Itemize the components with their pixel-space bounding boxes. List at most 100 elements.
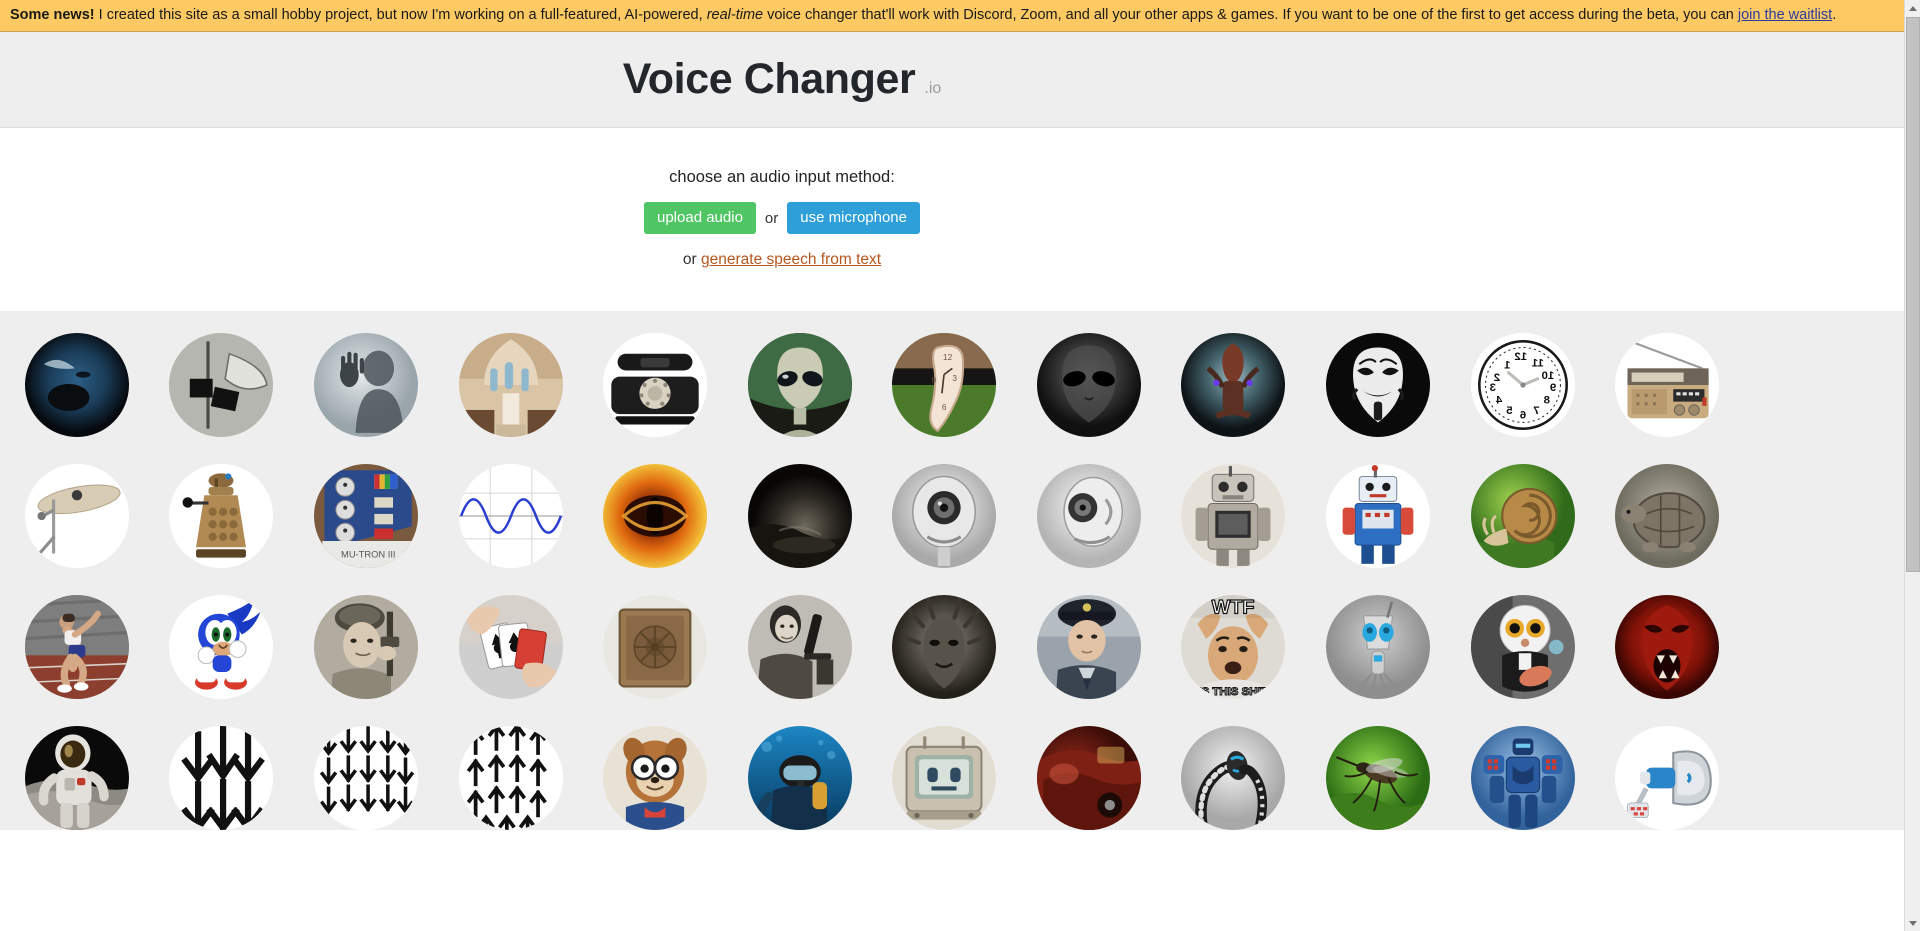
voice-avatar-sprinting-athlete[interactable] [24,595,129,700]
mecha-icon [1470,726,1575,831]
voice-avatar-blue-tin-toy-robot[interactable] [1326,464,1431,569]
backwards-clock-icon: 1212345 6 7891011 [1470,333,1575,438]
soldier-icon [313,595,418,700]
voice-avatar-blue-mecha-robot[interactable] [1470,726,1575,831]
svg-text:10: 10 [1541,370,1554,382]
chevron-down-icon [1909,920,1917,926]
voice-avatar-soviet-officer-portrait[interactable] [1036,595,1141,700]
voice-avatar-cyborg-insect-robot[interactable] [1181,333,1286,438]
voice-avatar-screaming-monster-face[interactable] [24,333,129,438]
voice-avatar-drum-cymbal[interactable] [24,464,129,569]
voice-avatar-vintage-portable-radio[interactable] [1615,333,1720,438]
input-method-buttons: upload audio or use microphone [644,202,920,235]
svg-text:12: 12 [1514,351,1527,363]
cave-icon [747,464,852,569]
voice-avatar-soldier-with-rifle[interactable] [313,595,418,700]
voice-avatar-dark-alien-head[interactable] [1036,333,1141,438]
voice-avatar-red-demon-face[interactable] [1615,595,1720,700]
voice-avatar-rotary-telephone[interactable] [603,333,708,438]
voice-avatar-dark-cave-tunnel[interactable] [747,464,852,569]
use-microphone-button[interactable]: use microphone [787,202,920,235]
voice-avatar-white-robot-head-side[interactable] [1036,464,1141,569]
voice-avatar-retro-television-robot[interactable] [892,726,997,831]
voice-avatar-small-down-arrows[interactable] [313,726,418,831]
svg-text:9: 9 [1550,383,1556,395]
sine-wave-icon [458,464,563,569]
fire-eye-icon [603,464,708,569]
telephone-icon [603,333,708,438]
svg-text:9: 9 [932,375,937,385]
banner-lead: Some news! [10,7,95,23]
or-separator: or [764,209,779,227]
tts-row: or generate speech from text [644,251,920,269]
radio-icon [1615,333,1720,438]
voice-avatar-guy-fawkes-mask[interactable] [1326,333,1431,438]
voice-avatar-spiked-creature-portrait[interactable] [892,595,997,700]
voice-avatar-tortoise[interactable] [1615,464,1720,569]
voice-avatar-sonic-the-hedgehog[interactable] [169,595,274,700]
cyborg-icon [1181,333,1286,438]
voice-avatar-wtf-meme[interactable]: WTF IS THIS SHIT [1181,595,1286,700]
monster-scream-icon [24,333,129,438]
chooser-inner: choose an audio input method: upload aud… [644,168,920,269]
svg-text:7: 7 [1533,405,1539,417]
effects-pedal-icon: MU-TRON III [313,464,418,569]
upload-audio-button[interactable]: upload audio [644,202,756,235]
voice-avatar-scuba-diver-underwater[interactable] [747,726,852,831]
voice-avatar-robotic-snake-arm[interactable] [1181,726,1286,831]
melting-clock-icon: 12 3 6 9 [892,333,997,438]
dark-alien-icon [1036,333,1141,438]
runner-icon [24,595,129,700]
waitlist-link[interactable]: join the waitlist [1738,7,1832,23]
svg-text:1: 1 [1503,360,1510,372]
page-scrollbar[interactable] [1904,0,1920,931]
voice-avatar-up-arrows[interactable] [458,726,563,831]
voice-avatar-cathedral-interior[interactable] [458,333,563,438]
voice-avatar-garden-snail[interactable] [1470,464,1575,569]
banner-emphasis: real-time [706,7,764,23]
voice-avatar-dalek-robot[interactable] [169,464,274,569]
voice-avatar-wooden-speaker-cabinet[interactable] [603,595,708,700]
voice-avatar-melting-clock[interactable]: 12 3 6 9 [892,333,997,438]
tts-prefix: or [682,251,701,269]
banner-text-2: voice changer that'll work with Discord,… [763,7,1738,23]
voice-avatar-eye-of-sauron-fire[interactable] [603,464,708,569]
voice-avatar-vintage-gramophone-horn[interactable] [169,333,274,438]
tortoise-icon [1615,464,1720,569]
down-arrows-small-icon [313,726,418,831]
robot-head-side-icon [1036,464,1141,569]
voice-avatar-small-blue-eyed-robot[interactable] [1326,595,1431,700]
svg-text:MU-TRON III: MU-TRON III [341,550,396,560]
generate-speech-link[interactable]: generate speech from text [701,251,881,268]
voice-avatar-mutron-effects-pedal[interactable]: MU-TRON III [313,464,418,569]
tv-robot-icon [892,726,997,831]
voice-avatar-grey-alien-face[interactable] [747,333,852,438]
voice-avatar-shuffling-playing-cards[interactable] [458,595,563,700]
cymbal-icon [24,464,129,569]
voice-avatar-large-down-arrows[interactable] [169,726,274,831]
svg-text:3: 3 [953,373,958,383]
site-title-wrap: Voice Changer .io [623,55,942,104]
voice-avatar-mosquito-on-leaf[interactable] [1326,726,1431,831]
cards-icon [458,595,563,700]
voice-avatar-man-with-microscope[interactable] [747,595,852,700]
scuba-diver-icon [747,726,852,831]
voice-avatar-megaphone-bullhorn[interactable] [1615,726,1720,831]
announcement-banner: Some news! I created this site as a smal… [0,0,1904,33]
scroll-up-button[interactable] [1905,0,1920,16]
vintage-car-icon [1036,726,1141,831]
scrollbar-thumb[interactable] [1906,17,1920,572]
robot-head-icon [892,464,997,569]
scroll-down-button[interactable] [1905,915,1920,931]
voice-avatar-white-robot-head-front[interactable] [892,464,997,569]
voice-avatar-chipmunk-character[interactable] [603,726,708,831]
chevron-up-icon [1909,5,1917,11]
voice-avatar-retro-tin-toy-robot[interactable] [1181,464,1286,569]
voice-avatar-sine-wave-graph[interactable] [458,464,563,569]
voice-avatar-white-companion-robot[interactable] [1470,595,1575,700]
church-icon [458,333,563,438]
voice-avatar-shadow-figure-behind-glass[interactable] [313,333,418,438]
voice-avatar-vintage-car-interior[interactable] [1036,726,1141,831]
voice-avatar-reversed-wall-clock[interactable]: 12 1 2 3 4 5 6 7 8 9 10 11 [1470,333,1575,438]
voice-avatar-astronaut-on-moon[interactable] [24,726,129,831]
